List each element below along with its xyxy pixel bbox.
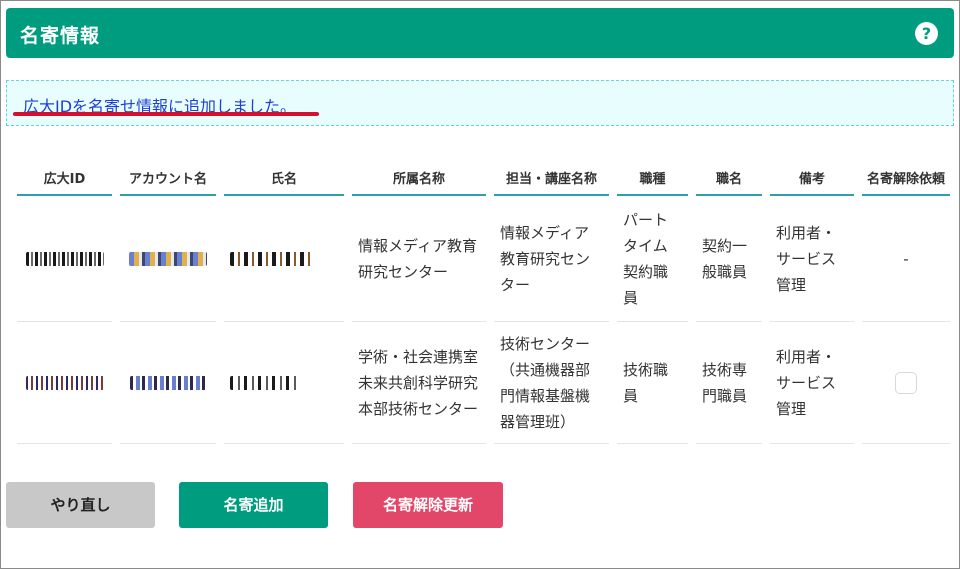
col-header-full-name: 氏名 bbox=[224, 161, 344, 196]
col-header-title: 職名 bbox=[696, 161, 762, 196]
add-merge-button[interactable]: 名寄追加 bbox=[179, 482, 328, 528]
job-type-cell: パートタイム契約職員 bbox=[617, 196, 688, 322]
account-name-cell bbox=[120, 196, 216, 322]
release-request-checkbox[interactable] bbox=[895, 372, 917, 394]
redacted-name bbox=[230, 376, 298, 390]
col-header-job-type: 職種 bbox=[617, 161, 688, 196]
success-notice: 広大IDを名寄せ情報に追加しました。 bbox=[6, 80, 954, 126]
col-header-department: 担当・講座名称 bbox=[494, 161, 609, 196]
job-type-cell: 技術職員 bbox=[617, 322, 688, 444]
remarks-cell: 利用者・サービス管理 bbox=[770, 196, 854, 322]
name-merge-table: 広大ID アカウント名 氏名 所属名称 担当・講座名称 職種 職名 備考 名寄解… bbox=[9, 161, 958, 444]
col-header-affiliation: 所属名称 bbox=[352, 161, 486, 196]
hiroshima-id-cell bbox=[17, 196, 112, 322]
table-row: 学術・社会連携室未来共創科学研究本部技術センター 技術センター（共通機器部門情報… bbox=[17, 322, 950, 444]
redacted-id bbox=[25, 252, 104, 266]
remarks-cell: 利用者・サービス管理 bbox=[770, 322, 854, 444]
department-cell: 技術センター（共通機器部門情報基盤機器管理班） bbox=[494, 322, 609, 444]
full-name-cell bbox=[224, 322, 344, 444]
account-name-cell bbox=[120, 322, 216, 444]
release-request-cell: - bbox=[862, 196, 950, 322]
release-request-cell bbox=[862, 322, 950, 444]
hiroshima-id-cell bbox=[17, 322, 112, 444]
redo-button[interactable]: やり直し bbox=[6, 482, 155, 528]
affiliation-cell: 情報メディア教育研究センター bbox=[352, 196, 486, 322]
page-frame: 名寄情報 ? 広大IDを名寄せ情報に追加しました。 広大ID アカウント名 氏名… bbox=[0, 0, 960, 569]
redacted-account bbox=[130, 376, 206, 390]
red-underline-mark bbox=[13, 112, 319, 116]
title-cell: 契約一般職員 bbox=[696, 196, 762, 322]
department-cell: 情報メディア教育研究センター bbox=[494, 196, 609, 322]
table-header-row: 広大ID アカウント名 氏名 所属名称 担当・講座名称 職種 職名 備考 名寄解… bbox=[17, 161, 950, 196]
help-icon[interactable]: ? bbox=[915, 22, 938, 45]
table-row: 情報メディア教育研究センター 情報メディア教育研究センター パートタイム契約職員… bbox=[17, 196, 950, 322]
update-release-button[interactable]: 名寄解除更新 bbox=[353, 482, 503, 528]
affiliation-cell: 学術・社会連携室未来共創科学研究本部技術センター bbox=[352, 322, 486, 444]
page-title: 名寄情報 bbox=[20, 25, 101, 47]
redacted-account bbox=[129, 252, 207, 266]
redacted-name bbox=[230, 252, 312, 266]
panel-header: 名寄情報 ? bbox=[6, 8, 954, 58]
redacted-id bbox=[25, 376, 104, 390]
col-header-remarks: 備考 bbox=[770, 161, 854, 196]
col-header-release-request: 名寄解除依頼 bbox=[862, 161, 950, 196]
full-name-cell bbox=[224, 196, 344, 322]
title-cell: 技術専門職員 bbox=[696, 322, 762, 444]
col-header-account-name: アカウント名 bbox=[120, 161, 216, 196]
col-header-hiroshima-id: 広大ID bbox=[17, 161, 112, 196]
